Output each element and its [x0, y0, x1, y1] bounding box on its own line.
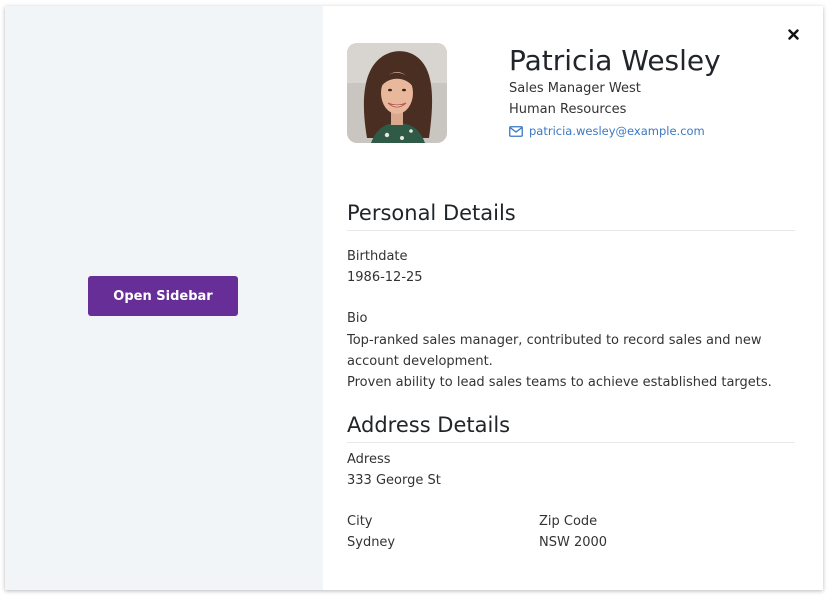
main-content-area: Open Sidebar — [5, 6, 323, 590]
profile-email-text: patricia.wesley@example.com — [529, 124, 705, 138]
profile-email-link[interactable]: patricia.wesley@example.com — [509, 124, 705, 138]
app-window: Open Sidebar Patricia Wesley Sales Manag… — [5, 6, 823, 590]
bio-line-2: Proven ability to lead sales teams to ac… — [347, 375, 772, 390]
city-value: Sydney — [347, 535, 396, 550]
zip-label: Zip Code — [539, 514, 598, 529]
bio-line-1: Top-ranked sales manager, contributed to… — [347, 333, 762, 369]
section-title-address-details: Address Details — [347, 413, 795, 443]
zip-value: NSW 2000 — [539, 535, 608, 550]
profile-role: Sales Manager West — [509, 81, 641, 96]
birthdate-value: 1986-12-25 — [347, 270, 423, 285]
section-title-personal-details: Personal Details — [347, 201, 795, 231]
open-sidebar-button[interactable]: Open Sidebar — [88, 276, 238, 316]
profile-sidebar: Patricia Wesley Sales Manager West Human… — [323, 6, 823, 590]
close-icon — [787, 28, 799, 40]
profile-department: Human Resources — [509, 102, 627, 117]
address-value: 333 George St — [347, 473, 441, 488]
city-label: City — [347, 514, 373, 529]
profile-name: Patricia Wesley — [509, 44, 721, 77]
address-label: Adress — [347, 452, 391, 467]
avatar — [347, 43, 447, 143]
bio-value: Top-ranked sales manager, contributed to… — [347, 330, 807, 393]
close-sidebar-button[interactable] — [783, 24, 803, 44]
bio-label: Bio — [347, 311, 368, 326]
birthdate-label: Birthdate — [347, 249, 408, 264]
envelope-icon — [509, 125, 523, 137]
